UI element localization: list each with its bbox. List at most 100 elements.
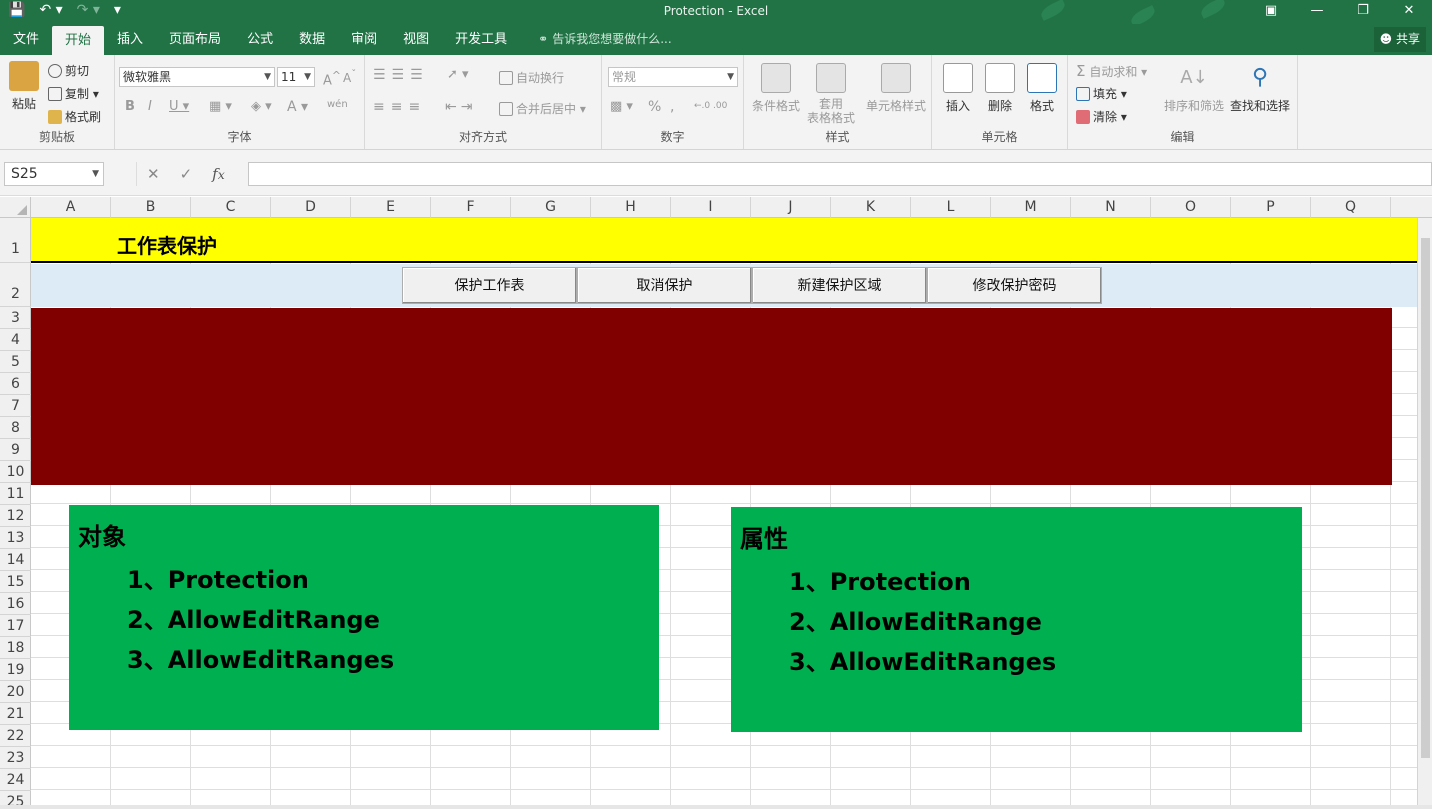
sort-filter-button[interactable]: A↓ 排序和筛选 <box>1162 63 1226 114</box>
column-header[interactable]: O <box>1151 197 1231 218</box>
column-header[interactable]: I <box>671 197 751 218</box>
column-header[interactable]: G <box>511 197 591 218</box>
share-button[interactable]: ☻ 共享 <box>1373 27 1426 52</box>
ribbon-display-icon[interactable]: ▣ <box>1248 0 1294 24</box>
properties-box[interactable]: 属性 1、Protection 2、AllowEditRange 3、Allow… <box>731 507 1302 732</box>
restore-icon[interactable]: ❐ <box>1340 0 1386 24</box>
row-header[interactable]: 18 <box>0 637 31 659</box>
orientation-icon[interactable]: ➚ ▾ <box>447 67 469 82</box>
name-box[interactable]: S25 ▼ <box>4 162 104 186</box>
fill-color-icon[interactable]: ◈ ▾ <box>251 99 272 114</box>
column-header[interactable]: L <box>911 197 991 218</box>
row-header[interactable]: 21 <box>0 703 31 725</box>
delete-cells-button[interactable]: 删除 <box>982 63 1018 114</box>
tab-review[interactable]: 审阅 <box>338 24 390 55</box>
scroll-thumb[interactable] <box>1421 238 1430 758</box>
find-select-button[interactable]: ⚲ 查找和选择 <box>1228 63 1292 114</box>
clear-button[interactable]: 清除 ▾ <box>1076 108 1127 125</box>
close-icon[interactable]: ✕ <box>1386 0 1432 24</box>
row-header[interactable]: 23 <box>0 747 31 769</box>
row-header[interactable]: 22 <box>0 725 31 747</box>
row-header[interactable]: 1 <box>0 218 31 263</box>
objects-box[interactable]: 对象 1、Protection 2、AllowEditRange 3、Allow… <box>69 505 659 730</box>
insert-cells-button[interactable]: 插入 <box>940 63 976 114</box>
phonetic-icon[interactable]: wén <box>327 99 348 110</box>
currency-icon[interactable]: ▩ ▾ <box>610 99 633 114</box>
grow-font-icon[interactable]: A^ <box>323 69 341 88</box>
bold-icon[interactable]: B <box>125 99 135 114</box>
number-format-select[interactable]: 常规 ▼ <box>608 67 738 87</box>
tab-home[interactable]: 开始 <box>52 26 105 55</box>
row-header[interactable]: 16 <box>0 593 31 615</box>
cancel-icon[interactable]: ✕ <box>147 165 160 183</box>
border-icon[interactable]: ▦ ▾ <box>209 99 232 114</box>
italic-icon[interactable]: I <box>148 99 152 114</box>
minimize-icon[interactable]: — <box>1294 0 1340 24</box>
tab-view[interactable]: 视图 <box>390 24 442 55</box>
tab-developer[interactable]: 开发工具 <box>442 24 520 55</box>
change-password-button[interactable]: 修改保护密码 <box>927 267 1102 304</box>
column-header[interactable]: C <box>191 197 271 218</box>
merge-center-button[interactable]: 合并后居中 ▾ <box>499 100 586 117</box>
conditional-format-button[interactable]: 条件格式 <box>748 63 804 114</box>
autosum-button[interactable]: Σ 自动求和 ▾ <box>1076 62 1147 80</box>
vertical-scrollbar[interactable] <box>1417 218 1432 809</box>
row-header[interactable]: 19 <box>0 659 31 681</box>
row-header[interactable]: 20 <box>0 681 31 703</box>
row-header[interactable]: 11 <box>0 483 31 505</box>
fx-icon[interactable]: fx <box>212 165 225 183</box>
format-as-table-button[interactable]: 套用 表格格式 <box>800 63 862 125</box>
row-header[interactable]: 4 <box>0 329 31 351</box>
check-icon[interactable]: ✓ <box>180 165 193 183</box>
row-header[interactable]: 3 <box>0 307 31 329</box>
shrink-font-icon[interactable]: Aˇ <box>343 69 356 85</box>
format-cells-button[interactable]: 格式 <box>1024 63 1060 114</box>
font-color-icon[interactable]: A ▾ <box>287 99 308 115</box>
select-all-corner[interactable] <box>0 197 31 218</box>
column-header[interactable]: E <box>351 197 431 218</box>
tab-formulas[interactable]: 公式 <box>234 24 286 55</box>
column-header[interactable]: J <box>751 197 831 218</box>
column-header[interactable]: D <box>271 197 351 218</box>
row-header[interactable]: 9 <box>0 439 31 461</box>
row-header[interactable]: 17 <box>0 615 31 637</box>
row-header[interactable]: 10 <box>0 461 31 483</box>
row-header[interactable]: 8 <box>0 417 31 439</box>
column-header[interactable]: N <box>1071 197 1151 218</box>
decimal-icons[interactable]: ←.0 .00 <box>694 101 727 111</box>
tell-me-box[interactable]: ⚭ 告诉我您想要做什么... <box>520 24 672 55</box>
copy-button[interactable]: 复制 ▾ <box>48 85 99 102</box>
paste-button[interactable]: 粘贴 <box>6 61 42 112</box>
row-header[interactable]: 2 <box>0 263 31 307</box>
row-header[interactable]: 5 <box>0 351 31 373</box>
row-header[interactable]: 6 <box>0 373 31 395</box>
font-size-select[interactable]: 11 ▼ <box>277 67 315 87</box>
tab-insert[interactable]: 插入 <box>104 24 156 55</box>
cell-styles-button[interactable]: 单元格样式 <box>864 63 928 114</box>
column-header[interactable]: F <box>431 197 511 218</box>
tab-data[interactable]: 数据 <box>286 24 338 55</box>
fill-button[interactable]: 填充 ▾ <box>1076 85 1127 102</box>
row-header[interactable]: 24 <box>0 769 31 791</box>
column-header[interactable]: M <box>991 197 1071 218</box>
horizontal-align-icons[interactable]: ≡≡≡ <box>373 99 426 115</box>
unprotect-button[interactable]: 取消保护 <box>577 267 752 304</box>
formula-input[interactable] <box>248 162 1432 186</box>
percent-icon[interactable]: % <box>648 99 661 115</box>
column-header[interactable]: A <box>31 197 111 218</box>
cut-button[interactable]: 剪切 <box>48 62 89 79</box>
protect-sheet-button[interactable]: 保护工作表 <box>402 267 577 304</box>
row-header[interactable]: 15 <box>0 571 31 593</box>
format-painter-button[interactable]: 格式刷 <box>48 108 101 125</box>
column-header[interactable]: P <box>1231 197 1311 218</box>
column-header[interactable]: B <box>111 197 191 218</box>
row-header[interactable]: 14 <box>0 549 31 571</box>
tab-page-layout[interactable]: 页面布局 <box>156 24 234 55</box>
indent-icons[interactable]: ⇤⇥ <box>445 99 476 115</box>
column-header[interactable]: Q <box>1311 197 1391 218</box>
column-header[interactable]: H <box>591 197 671 218</box>
underline-icon[interactable]: U ▾ <box>169 99 189 114</box>
wrap-text-button[interactable]: 自动换行 <box>499 69 564 86</box>
comma-icon[interactable]: , <box>670 99 674 115</box>
font-name-select[interactable]: 微软雅黑 ▼ <box>119 67 275 87</box>
